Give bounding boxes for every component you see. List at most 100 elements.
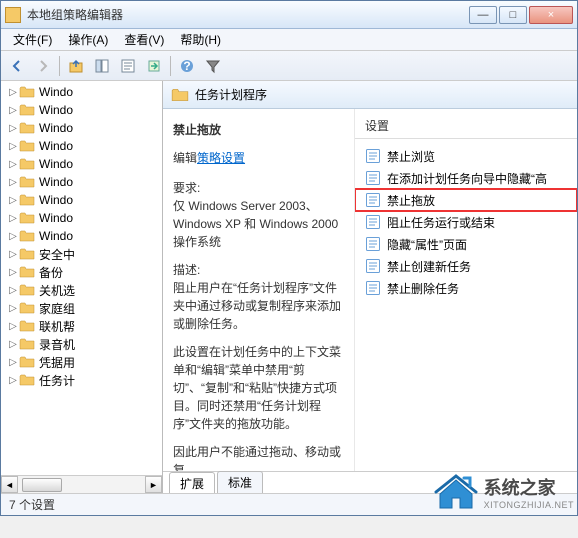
setting-row[interactable]: 禁止创建新任务 xyxy=(355,255,577,277)
description-text-2: 此设置在计划任务中的上下文菜单和“编辑”菜单中禁用“剪切”、“复制”和“粘贴”快… xyxy=(173,343,344,433)
tree-item[interactable]: ▷ Windo xyxy=(1,209,162,227)
app-window: 本地组策略编辑器 — □ × 文件(F) 操作(A) 查看(V) 帮助(H) ?… xyxy=(0,0,578,516)
tree-body[interactable]: ▷Windo▷Windo▷Windo▷Windo▷Windo▷Windo▷Win… xyxy=(1,81,162,475)
close-button[interactable]: × xyxy=(529,6,573,24)
menu-file[interactable]: 文件(F) xyxy=(5,29,60,50)
folder-icon xyxy=(19,175,35,189)
tree-item-label: Windo xyxy=(39,175,73,189)
description-text-3: 因此用户不能通过拖动、移动或复 xyxy=(173,443,344,471)
expand-icon[interactable]: ▷ xyxy=(7,231,19,242)
tree-item[interactable]: ▷ Windo xyxy=(1,137,162,155)
tree-item-label: 备份 xyxy=(39,264,63,281)
menu-action[interactable]: 操作(A) xyxy=(60,29,116,50)
tree-item-label: Windo xyxy=(39,85,73,99)
filter-button[interactable] xyxy=(201,54,225,78)
tree-item[interactable]: ▷联机帮 xyxy=(1,317,162,335)
setting-icon xyxy=(365,148,381,164)
expand-icon[interactable]: ▷ xyxy=(7,87,19,98)
setting-icon xyxy=(365,214,381,230)
tree-item[interactable]: ▷ Windo xyxy=(1,155,162,173)
tree-item[interactable]: ▷Windo xyxy=(1,119,162,137)
expand-icon[interactable]: ▷ xyxy=(7,249,19,260)
expand-icon[interactable]: ▷ xyxy=(7,321,19,332)
tab-extended[interactable]: 扩展 xyxy=(169,472,215,493)
policy-settings-link[interactable]: 策略设置 xyxy=(197,151,245,165)
setting-row[interactable]: 阻止任务运行或结束 xyxy=(355,211,577,233)
settings-column-header[interactable]: 设置 xyxy=(355,117,577,139)
expand-icon[interactable]: ▷ xyxy=(7,195,19,206)
expand-icon[interactable]: ▷ xyxy=(7,105,19,116)
show-hide-tree-button[interactable] xyxy=(90,54,114,78)
tree-item[interactable]: ▷Windo xyxy=(1,101,162,119)
tree-item-label: 任务计 xyxy=(39,372,75,389)
expand-icon[interactable]: ▷ xyxy=(7,141,19,152)
setting-row[interactable]: 隐藏“属性”页面 xyxy=(355,233,577,255)
edit-prefix: 编辑 xyxy=(173,151,197,165)
expand-icon[interactable]: ▷ xyxy=(7,159,19,170)
tree-item[interactable]: ▷关机选 xyxy=(1,281,162,299)
export-button[interactable] xyxy=(142,54,166,78)
minimize-button[interactable]: — xyxy=(469,6,497,24)
requirements-label: 要求: xyxy=(173,179,344,197)
tree-item[interactable]: ▷ 备份 xyxy=(1,263,162,281)
detail-header: 任务计划程序 xyxy=(163,81,577,109)
help-button[interactable]: ? xyxy=(175,54,199,78)
forward-button[interactable] xyxy=(31,54,55,78)
up-level-button[interactable] xyxy=(64,54,88,78)
setting-icon xyxy=(365,170,381,186)
back-button[interactable] xyxy=(5,54,29,78)
description-label: 描述: xyxy=(173,261,344,279)
expand-icon[interactable]: ▷ xyxy=(7,285,19,296)
tab-standard[interactable]: 标准 xyxy=(217,471,263,493)
tree-item-label: 家庭组 xyxy=(39,300,75,317)
setting-row[interactable]: 在添加计划任务向导中隐藏“高 xyxy=(355,167,577,189)
maximize-button[interactable]: □ xyxy=(499,6,527,24)
tree-item-label: Windo xyxy=(39,157,73,171)
expand-icon[interactable]: ▷ xyxy=(7,303,19,314)
folder-icon xyxy=(19,337,35,351)
tree-item-label: Windo xyxy=(39,139,73,153)
folder-icon xyxy=(19,211,35,225)
svg-text:?: ? xyxy=(183,59,190,73)
menu-bar: 文件(F) 操作(A) 查看(V) 帮助(H) xyxy=(1,29,577,51)
expand-icon[interactable]: ▷ xyxy=(7,177,19,188)
expand-icon[interactable]: ▷ xyxy=(7,357,19,368)
folder-icon xyxy=(19,85,35,99)
tree-item[interactable]: ▷Windo xyxy=(1,227,162,245)
folder-icon xyxy=(19,283,35,297)
folder-icon xyxy=(19,193,35,207)
menu-help[interactable]: 帮助(H) xyxy=(172,29,229,50)
menu-view[interactable]: 查看(V) xyxy=(116,29,172,50)
expand-icon[interactable]: ▷ xyxy=(7,375,19,386)
content-area: ▷Windo▷Windo▷Windo▷Windo▷Windo▷Windo▷Win… xyxy=(1,81,577,493)
expand-icon[interactable]: ▷ xyxy=(7,123,19,134)
setting-row[interactable]: 禁止删除任务 xyxy=(355,277,577,299)
tree-item[interactable]: ▷ 家庭组 xyxy=(1,299,162,317)
detail-pane: 任务计划程序 禁止拖放 编辑策略设置 要求: 仅 Windows Server … xyxy=(163,81,577,493)
properties-button[interactable] xyxy=(116,54,140,78)
tree-item[interactable]: ▷安全中 xyxy=(1,245,162,263)
scroll-right-arrow[interactable]: ► xyxy=(145,476,162,493)
setting-icon xyxy=(365,258,381,274)
tree-item[interactable]: ▷ Windo xyxy=(1,83,162,101)
tree-item[interactable]: ▷ 任务计 xyxy=(1,371,162,389)
tree-item[interactable]: ▷Windo xyxy=(1,191,162,209)
tree-item-label: 凭据用 xyxy=(39,354,75,371)
scroll-thumb[interactable] xyxy=(22,478,62,492)
tree-horizontal-scrollbar[interactable]: ◄ ► xyxy=(1,475,162,493)
tree-item-label: Windo xyxy=(39,211,73,225)
tree-item[interactable]: ▷录音机 xyxy=(1,335,162,353)
tree-item[interactable]: ▷ 凭据用 xyxy=(1,353,162,371)
setting-label: 在添加计划任务向导中隐藏“高 xyxy=(387,170,547,187)
expand-icon[interactable]: ▷ xyxy=(7,213,19,224)
scroll-left-arrow[interactable]: ◄ xyxy=(1,476,18,493)
expand-icon[interactable]: ▷ xyxy=(7,267,19,278)
settings-list-column: 设置 禁止浏览在添加计划任务向导中隐藏“高禁止拖放阻止任务运行或结束隐藏“属性”… xyxy=(355,109,577,471)
expand-icon[interactable]: ▷ xyxy=(7,339,19,350)
setting-label: 阻止任务运行或结束 xyxy=(387,214,495,231)
tree-item[interactable]: ▷ Windo xyxy=(1,173,162,191)
setting-row[interactable]: 禁止拖放 xyxy=(355,189,577,211)
title-bar[interactable]: 本地组策略编辑器 — □ × xyxy=(1,1,577,29)
setting-row[interactable]: 禁止浏览 xyxy=(355,145,577,167)
setting-label: 禁止拖放 xyxy=(387,192,435,209)
